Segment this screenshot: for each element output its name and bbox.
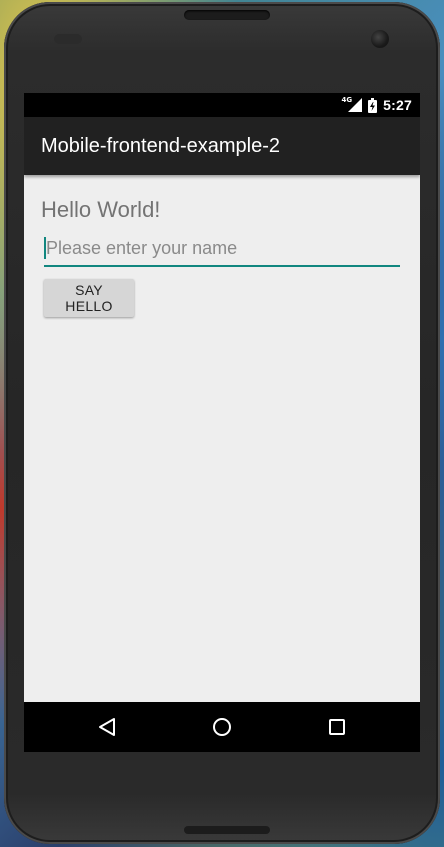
greeting-text: Hello World! — [41, 197, 161, 222]
status-bar: 4G 5:27 — [24, 93, 420, 117]
back-icon — [99, 718, 115, 736]
earpiece-speaker — [184, 10, 270, 20]
bottom-speaker — [184, 826, 270, 834]
battery-charging-icon — [368, 97, 378, 113]
status-icons: 4G 5:27 — [342, 93, 412, 117]
text-cursor — [44, 237, 46, 259]
name-input[interactable] — [44, 233, 402, 263]
proximity-sensor — [54, 34, 82, 44]
front-camera — [371, 30, 389, 48]
app-title: Mobile-frontend-example-2 — [41, 134, 281, 157]
name-field-container — [44, 233, 402, 267]
recents-button[interactable] — [307, 702, 367, 752]
navigation-bar — [24, 702, 420, 752]
main-content: Hello World! SAY HELLO — [24, 175, 420, 702]
back-button[interactable] — [77, 702, 137, 752]
home-button[interactable] — [192, 702, 252, 752]
status-clock: 5:27 — [383, 97, 412, 113]
say-hello-button[interactable]: SAY HELLO — [44, 279, 134, 317]
home-icon — [213, 718, 231, 736]
recents-icon — [329, 719, 345, 735]
device-screen: 4G 5:27 Mobile-frontend-example-2 Hello … — [24, 93, 420, 752]
network-type-label: 4G — [341, 96, 353, 104]
app-toolbar: Mobile-frontend-example-2 — [24, 117, 420, 175]
